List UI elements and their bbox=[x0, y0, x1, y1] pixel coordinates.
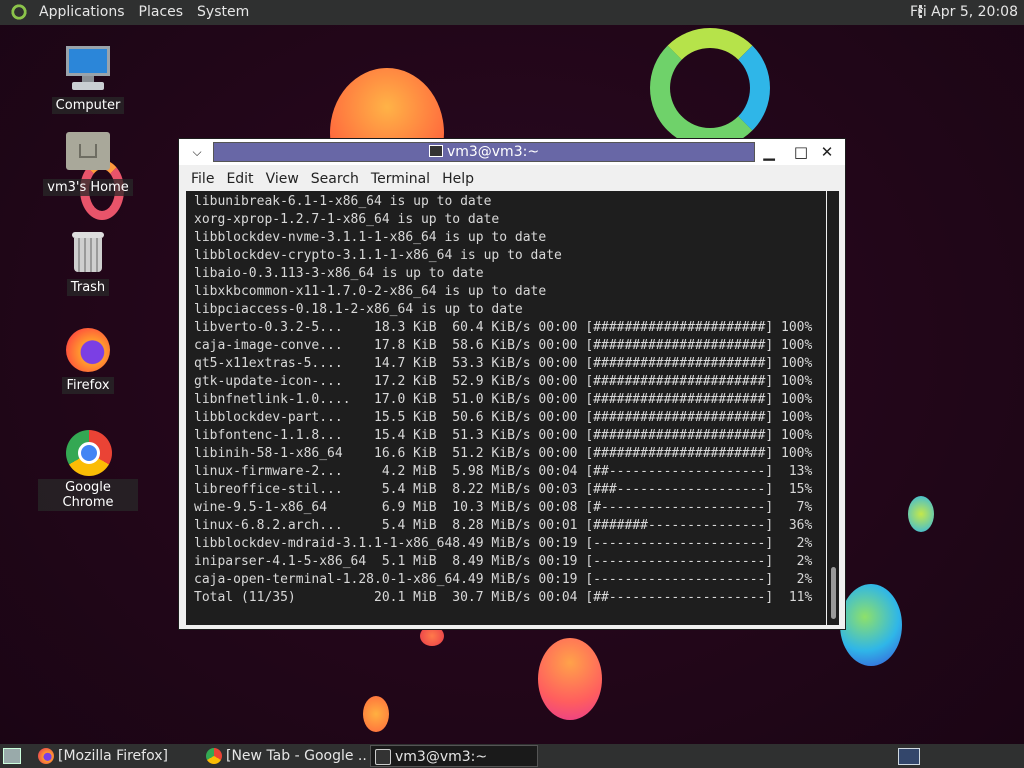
desktop-icon-trash[interactable]: Trash bbox=[38, 228, 138, 296]
top-panel: Applications Places System Fri Apr 5, 20… bbox=[0, 0, 1024, 25]
terminal-icon bbox=[428, 145, 443, 157]
terminal-line: libblockdev-part... 15.5 KiB 50.6 KiB/s … bbox=[194, 410, 813, 425]
terminal-line: gtk-update-icon-... 17.2 KiB 52.9 KiB/s … bbox=[194, 374, 813, 389]
terminal-line: libpciaccess-0.18.1-2-x86_64 is up to da… bbox=[194, 302, 523, 317]
menu-view[interactable]: View bbox=[260, 168, 305, 190]
terminal-menubar: File Edit View Search Terminal Help bbox=[179, 167, 845, 191]
terminal-line: wine-9.5-1-x86_64 6.9 MiB 10.3 MiB/s 00:… bbox=[194, 500, 813, 515]
menu-system[interactable]: System bbox=[190, 0, 256, 25]
terminal-line: Total (11/35) 20.1 MiB 30.7 MiB/s 00:04 … bbox=[194, 590, 813, 605]
terminal-line: linux-firmware-2... 4.2 MiB 5.98 MiB/s 0… bbox=[194, 464, 813, 479]
task-label: [New Tab - Google ... bbox=[226, 748, 366, 764]
terminal-icon bbox=[375, 749, 391, 765]
terminal-line: libreoffice-stil... 5.4 MiB 8.22 MiB/s 0… bbox=[194, 482, 813, 497]
terminal-window[interactable]: ⌵ vm3@vm3:~ ▁ □ ✕ File Edit View Search … bbox=[178, 138, 846, 630]
firefox-icon bbox=[38, 748, 54, 764]
terminal-line: caja-image-conve... 17.8 KiB 58.6 KiB/s … bbox=[194, 338, 813, 353]
terminal-line: libfontenc-1.1.8... 15.4 KiB 51.3 KiB/s … bbox=[194, 428, 813, 443]
desktop-icon-label: Trash bbox=[66, 279, 110, 296]
terminal-lines: libunibreak-6.1-1-x86_64 is up to date xo… bbox=[194, 193, 812, 607]
desktop-icon-label: vm3's Home bbox=[43, 179, 133, 196]
desktop-icon-label: Firefox bbox=[62, 377, 114, 394]
minimize-button[interactable]: ▁ bbox=[759, 142, 779, 162]
window-titlebar[interactable]: ⌵ vm3@vm3:~ ▁ □ ✕ bbox=[179, 139, 845, 165]
terminal-scrollbar[interactable] bbox=[827, 191, 839, 625]
menu-search[interactable]: Search bbox=[305, 168, 365, 190]
terminal-line: libinih-58-1-x86_64 16.6 KiB 51.2 KiB/s … bbox=[194, 446, 813, 461]
wallpaper-ring bbox=[650, 28, 770, 148]
computer-icon bbox=[64, 46, 112, 94]
task-terminal[interactable]: vm3@vm3:~ bbox=[370, 745, 538, 767]
firefox-icon bbox=[64, 326, 112, 374]
terminal-line: libunibreak-6.1-1-x86_64 is up to date bbox=[194, 194, 492, 209]
terminal-line: qt5-x11extras-5.... 14.7 KiB 53.3 KiB/s … bbox=[194, 356, 813, 371]
terminal-line: libblockdev-nvme-3.1.1-1-x86_64 is up to… bbox=[194, 230, 547, 245]
mate-logo-icon[interactable] bbox=[8, 2, 28, 23]
wallpaper-blob-blue bbox=[840, 584, 902, 666]
task-chrome[interactable]: [New Tab - Google ... bbox=[202, 745, 366, 767]
menu-file[interactable]: File bbox=[185, 168, 220, 190]
maximize-button[interactable]: □ bbox=[791, 142, 811, 162]
window-title-text: vm3@vm3:~ bbox=[446, 144, 540, 160]
menu-places[interactable]: Places bbox=[132, 0, 191, 25]
bottom-panel: [Mozilla Firefox] [New Tab - Google ... … bbox=[0, 744, 1024, 768]
wallpaper-blob-pink bbox=[538, 638, 602, 720]
task-label: vm3@vm3:~ bbox=[395, 749, 488, 765]
wallpaper-blob-cyan bbox=[908, 496, 934, 532]
terminal-line: libnfnetlink-1.0.... 17.0 KiB 51.0 KiB/s… bbox=[194, 392, 813, 407]
desktop-icon-chrome[interactable]: Google Chrome bbox=[38, 428, 138, 511]
task-firefox[interactable]: [Mozilla Firefox] bbox=[34, 745, 198, 767]
chrome-icon bbox=[206, 748, 222, 764]
terminal-line: linux-6.8.2.arch... 5.4 MiB 8.28 MiB/s 0… bbox=[194, 518, 813, 533]
clock[interactable]: Fri Apr 5, 20:08 bbox=[910, 0, 1018, 25]
terminal-line: libaio-0.3.113-3-x86_64 is up to date bbox=[194, 266, 484, 281]
wallpaper-blob-small bbox=[363, 696, 389, 732]
desktop-icon-firefox[interactable]: Firefox bbox=[38, 326, 138, 394]
window-menu-chevron-icon[interactable]: ⌵ bbox=[185, 143, 209, 161]
terminal-line: iniparser-4.1-5-x86_64 5.1 MiB 8.49 MiB/… bbox=[194, 554, 813, 569]
desktop-icon-computer[interactable]: Computer bbox=[38, 46, 138, 114]
task-label: [Mozilla Firefox] bbox=[58, 748, 168, 764]
desktop-icon-label: Computer bbox=[51, 97, 125, 114]
terminal-line: caja-open-terminal-1.28.0-1-x86_64.49 Mi… bbox=[194, 572, 813, 587]
menu-help[interactable]: Help bbox=[436, 168, 480, 190]
terminal-line: libverto-0.3.2-5... 18.3 KiB 60.4 KiB/s … bbox=[194, 320, 813, 335]
terminal-output[interactable]: libunibreak-6.1-1-x86_64 is up to date xo… bbox=[186, 191, 826, 625]
menu-terminal[interactable]: Terminal bbox=[365, 168, 436, 190]
terminal-line: libblockdev-crypto-3.1.1-1-x86_64 is up … bbox=[194, 248, 562, 263]
terminal-line: libblockdev-mdraid-3.1.1-1-x86_648.49 Mi… bbox=[194, 536, 813, 551]
workspace-switcher[interactable] bbox=[898, 748, 920, 765]
menu-edit[interactable]: Edit bbox=[220, 168, 259, 190]
menu-applications[interactable]: Applications bbox=[32, 0, 132, 25]
home-folder-icon bbox=[64, 128, 112, 176]
desktop-icon-label: Google Chrome bbox=[38, 479, 138, 511]
show-desktop-icon[interactable] bbox=[3, 748, 21, 764]
window-title[interactable]: vm3@vm3:~ bbox=[213, 142, 755, 162]
chrome-icon bbox=[64, 428, 112, 476]
terminal-line: xorg-xprop-1.2.7-1-x86_64 is up to date bbox=[194, 212, 500, 227]
close-button[interactable]: ✕ bbox=[817, 142, 837, 162]
desktop-icon-home[interactable]: vm3's Home bbox=[38, 128, 138, 196]
trash-icon bbox=[64, 228, 112, 276]
terminal-line: libxkbcommon-x11-1.7.0-2-x86_64 is up to… bbox=[194, 284, 547, 299]
scrollbar-thumb[interactable] bbox=[831, 567, 836, 619]
